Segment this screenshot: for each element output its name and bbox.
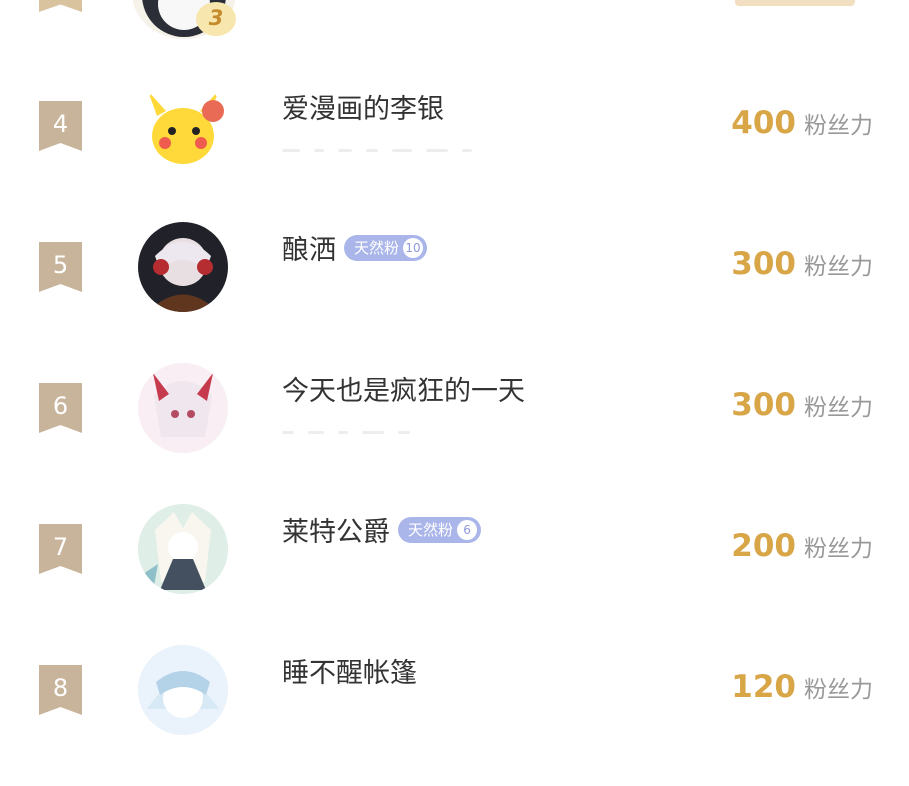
rank-number: 7: [39, 524, 82, 574]
rank-number: 4: [39, 101, 82, 151]
natural-fan-badge: 天然粉 6: [398, 516, 482, 543]
rank-medal: 3: [196, 2, 236, 36]
pikachu-avatar[interactable]: [138, 81, 228, 171]
user-name[interactable]: 莱特公爵 天然粉 6: [282, 510, 482, 549]
previous-leaderboard-entry[interactable]: 3: [0, 0, 909, 39]
user-subtitle: [282, 419, 632, 434]
fan-score: 300 粉丝力: [731, 387, 873, 423]
leaderboard-row[interactable]: 7 莱特公爵 天然粉 6 200 粉丝力: [0, 504, 909, 645]
anime-duke-avatar[interactable]: [138, 504, 228, 594]
rank-number: 6: [39, 383, 82, 433]
user-name[interactable]: 今天也是疯狂的一天: [282, 369, 525, 408]
partial-score: [735, 0, 855, 6]
leaderboard-row[interactable]: 5 酿洒 天然粉 10 300 粉丝力: [0, 222, 909, 363]
fan-score: 400 粉丝力: [731, 105, 873, 141]
leaderboard-row[interactable]: 4 爱漫画的李银 400 粉丝力: [0, 81, 909, 222]
natural-fan-badge: 天然粉 10: [344, 234, 428, 261]
rank-ribbon: [39, 0, 82, 12]
leaderboard-row[interactable]: 6 今天也是疯狂的一天 300 粉丝力: [0, 363, 909, 504]
rank-number: 5: [39, 242, 82, 292]
fan-score: 120 粉丝力: [731, 669, 873, 705]
user-subtitle: [282, 701, 632, 707]
anime-girl-avatar[interactable]: [138, 363, 228, 453]
user-subtitle: [282, 560, 632, 566]
rank-number: 8: [39, 665, 82, 715]
fan-score: 300 粉丝力: [731, 246, 873, 282]
user-name[interactable]: 睡不醒帐篷: [282, 651, 417, 690]
fan-score: 200 粉丝力: [731, 528, 873, 564]
anime-sleeper-avatar[interactable]: [138, 645, 228, 735]
leaderboard-row[interactable]: 8 睡不醒帐篷 120 粉丝力: [0, 645, 909, 786]
user-name[interactable]: 爱漫画的李银: [282, 87, 444, 126]
user-name[interactable]: 酿洒 天然粉 10: [282, 228, 428, 267]
anime-boy-avatar[interactable]: [138, 222, 228, 312]
user-subtitle: [282, 278, 632, 284]
user-subtitle: [282, 137, 632, 152]
